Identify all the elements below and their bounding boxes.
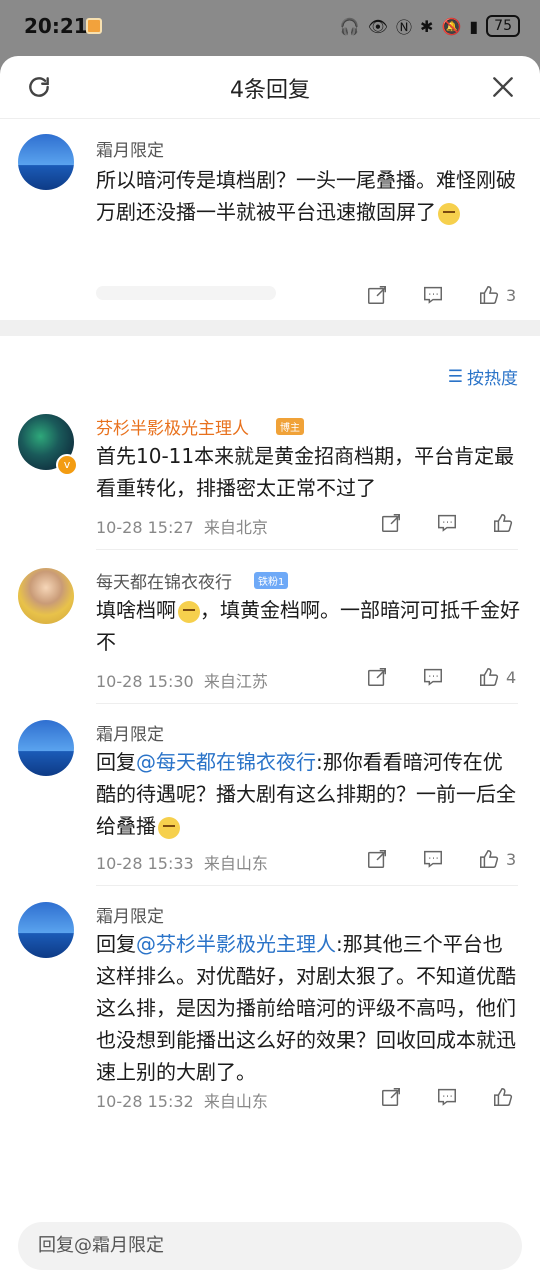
avatar[interactable] bbox=[18, 568, 74, 624]
section-divider bbox=[0, 320, 540, 336]
blurred-meta bbox=[96, 286, 276, 300]
reply-meta: 10-28 15:33 来自山东 bbox=[96, 850, 268, 874]
bluetooth-icon: ✱ bbox=[420, 16, 434, 36]
eye-icon: 👁 bbox=[367, 16, 389, 36]
share-icon bbox=[382, 514, 400, 532]
reply-actions: 4 bbox=[366, 666, 516, 688]
sheet-header: 4条回复 bbox=[0, 56, 540, 118]
share-button[interactable] bbox=[380, 1086, 402, 1108]
verified-icon: v bbox=[56, 454, 78, 476]
share-icon bbox=[368, 850, 386, 868]
avatar[interactable] bbox=[18, 134, 74, 190]
reply-author[interactable]: 霜月限定 bbox=[96, 902, 164, 927]
reply-time: 10-28 15:27 bbox=[96, 518, 194, 537]
comment-icon bbox=[424, 850, 442, 868]
status-time: 20:21 bbox=[24, 14, 88, 38]
reply-actions bbox=[380, 512, 514, 534]
sort-label: 按热度 bbox=[467, 369, 518, 389]
thinking-emoji-icon bbox=[178, 600, 200, 623]
battery-indicator: 75 bbox=[486, 15, 520, 37]
like-count: 3 bbox=[506, 849, 517, 869]
mute-icon: 🔕 bbox=[441, 16, 462, 36]
headphones-icon: 🎧 bbox=[339, 16, 360, 36]
fan-badge: 铁粉1 bbox=[254, 572, 289, 589]
reply-input[interactable]: 回复@霜月限定 bbox=[18, 1222, 522, 1270]
comment-button[interactable] bbox=[436, 1086, 458, 1108]
reply-divider bbox=[96, 885, 518, 886]
comment-icon bbox=[438, 514, 456, 532]
reply-meta: 10-28 15:30 来自江苏 bbox=[96, 668, 268, 692]
like-button[interactable] bbox=[492, 1086, 514, 1108]
reply-text: 填啥档啊 ，填黄金档啊。一部暗河可抵千金好不 bbox=[96, 598, 520, 654]
comment-actions: 3 bbox=[366, 284, 516, 306]
reply-author[interactable]: 每天都在锦衣夜行 bbox=[96, 568, 232, 593]
like-count: 4 bbox=[506, 667, 517, 687]
reply-divider bbox=[96, 703, 518, 704]
comment-button[interactable] bbox=[422, 848, 444, 870]
like-button[interactable]: 4 bbox=[478, 666, 516, 688]
reply-meta: 10-28 15:32 来自山东 bbox=[96, 1088, 268, 1112]
reply-text: 首先10-11本来就是黄金招商档期，平台肯定最看重转化，排播密太正常不过了 bbox=[96, 444, 515, 500]
share-icon bbox=[368, 286, 386, 304]
comment-button[interactable] bbox=[436, 512, 458, 534]
share-button[interactable] bbox=[366, 666, 388, 688]
comment-icon bbox=[438, 1088, 456, 1106]
share-icon bbox=[382, 1088, 400, 1106]
share-icon bbox=[368, 668, 386, 686]
thumbs-up-icon bbox=[494, 1088, 513, 1106]
reply-author[interactable]: 芬杉半影极光主理人 bbox=[96, 414, 249, 439]
avatar[interactable] bbox=[18, 720, 74, 776]
nfc-icon: Ⓝ bbox=[396, 18, 413, 37]
reply-text: 回复@芬杉半影极光主理人:那其他三个平台也这样排么。对优酷好，对剧太狠了。不知道… bbox=[96, 932, 516, 1084]
reply-meta: 10-28 15:27 来自北京 bbox=[96, 514, 268, 538]
reply-divider bbox=[96, 549, 518, 550]
header-divider bbox=[0, 118, 540, 119]
sort-icon: ☰ bbox=[447, 366, 463, 387]
reply-author[interactable]: 霜月限定 bbox=[96, 720, 164, 745]
comment-button[interactable] bbox=[422, 666, 444, 688]
sweat-emoji-icon bbox=[158, 816, 180, 839]
mention-link[interactable]: @每天都在锦衣夜行 bbox=[136, 750, 316, 774]
share-button[interactable] bbox=[380, 512, 402, 534]
like-button[interactable] bbox=[492, 512, 514, 534]
status-icons: 🎧 👁 Ⓝ ✱ 🔕 ▮ 75 bbox=[340, 14, 520, 38]
sheet-title: 4条回复 bbox=[230, 78, 310, 103]
thumbs-up-icon bbox=[480, 850, 499, 868]
replies-sheet: 4条回复 霜月限定 所以暗河传是填档剧？一头一尾叠播。难怪刚破万剧还没播一半就被… bbox=[0, 56, 540, 1280]
reply-location: 来自山东 bbox=[203, 1092, 268, 1111]
sweat-emoji-icon bbox=[438, 202, 460, 225]
reply-location: 来自北京 bbox=[203, 518, 268, 537]
reply-time: 10-28 15:32 bbox=[96, 1092, 194, 1111]
app-notification-icon bbox=[86, 18, 102, 34]
signal-icon: ▮ bbox=[469, 16, 479, 36]
reply-time: 10-28 15:30 bbox=[96, 672, 194, 691]
reply-location: 来自山东 bbox=[203, 854, 268, 873]
comment-icon bbox=[424, 286, 442, 304]
reply-time: 10-28 15:33 bbox=[96, 854, 194, 873]
author-badge: 博主 bbox=[276, 418, 304, 435]
comment-text: 所以暗河传是填档剧？一头一尾叠播。难怪刚破万剧还没播一半就被平台迅速撤固屏了 bbox=[96, 168, 516, 225]
status-bar: 20:21 🎧 👁 Ⓝ ✱ 🔕 ▮ 75 bbox=[0, 0, 540, 56]
like-count: 3 bbox=[506, 285, 517, 305]
like-button[interactable]: 3 bbox=[478, 848, 516, 870]
reply-actions bbox=[380, 1086, 514, 1108]
comment-button[interactable] bbox=[422, 284, 444, 306]
share-button[interactable] bbox=[366, 284, 388, 306]
thumbs-up-icon bbox=[480, 286, 499, 304]
close-icon[interactable] bbox=[490, 74, 516, 100]
like-button[interactable]: 3 bbox=[478, 284, 516, 306]
reply-actions: 3 bbox=[366, 848, 516, 870]
share-button[interactable] bbox=[366, 848, 388, 870]
reply-text: 回复@每天都在锦衣夜行:那你看看暗河传在优酷的待遇呢？播大剧有这么排期的？一前一… bbox=[96, 750, 516, 839]
mention-link[interactable]: @芬杉半影极光主理人 bbox=[136, 932, 336, 956]
comment-author[interactable]: 霜月限定 bbox=[96, 136, 164, 161]
avatar[interactable] bbox=[18, 902, 74, 958]
sort-button[interactable]: ☰ 按热度 bbox=[447, 364, 518, 390]
comment-icon bbox=[424, 668, 442, 686]
reply-location: 来自江苏 bbox=[203, 672, 268, 691]
thumbs-up-icon bbox=[480, 668, 499, 686]
thumbs-up-icon bbox=[494, 514, 513, 532]
